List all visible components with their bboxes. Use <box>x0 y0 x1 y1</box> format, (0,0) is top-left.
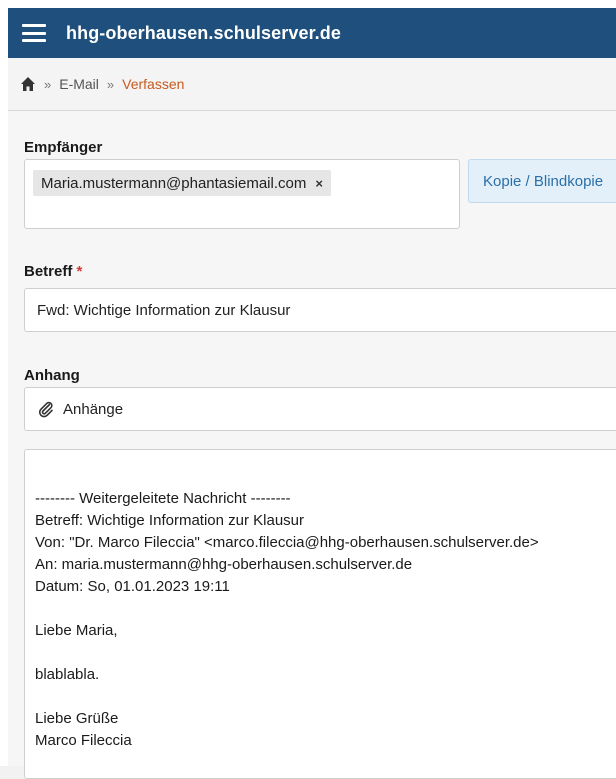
breadcrumb-separator: » <box>106 76 115 92</box>
recipients-label: Empfänger <box>24 139 103 156</box>
site-title[interactable]: hhg-oberhausen.schulserver.de <box>66 23 341 44</box>
remove-recipient-icon[interactable]: × <box>315 176 323 191</box>
home-icon[interactable] <box>20 76 36 92</box>
attachments-button[interactable]: Anhänge <box>24 387 616 431</box>
message-line: Liebe Grüße <box>35 710 119 727</box>
breadcrumb-separator: » <box>44 76 52 92</box>
breadcrumb-current: Verfassen <box>122 76 185 92</box>
subject-value: Fwd: Wichtige Information zur Klausur <box>37 301 291 319</box>
subject-label-text: Betreff <box>24 263 73 280</box>
attachments-button-label: Anhänge <box>63 400 124 418</box>
cc-bcc-button[interactable]: Kopie / Blindkopie <box>468 159 616 203</box>
paperclip-icon <box>37 400 55 418</box>
message-line: -------- Weitergeleitete Nachricht -----… <box>35 490 291 507</box>
message-line: blablabla. <box>35 666 100 683</box>
breadcrumb-item-email[interactable]: E-Mail <box>59 76 99 92</box>
message-line: An: maria.mustermann@hhg-oberhausen.schu… <box>35 556 413 573</box>
hamburger-menu-icon[interactable] <box>22 24 46 42</box>
required-marker: * <box>76 263 83 280</box>
message-line: Von: "Dr. Marco Fileccia" <marco.filecci… <box>35 534 539 551</box>
message-line: Liebe Maria, <box>35 622 118 639</box>
top-bar: hhg-oberhausen.schulserver.de <box>8 8 616 58</box>
message-line: Datum: So, 01.01.2023 19:11 <box>35 578 230 595</box>
breadcrumb: » E-Mail » Verfassen <box>8 58 616 111</box>
subject-input[interactable]: Fwd: Wichtige Information zur Klausur <box>24 288 616 332</box>
compose-form: Empfänger Maria.mustermann@phantasiemail… <box>8 111 616 779</box>
page-edge-left <box>0 0 8 766</box>
recipient-chip[interactable]: Maria.mustermann@phantasiemail.com × <box>33 170 331 196</box>
message-line: Marco Fileccia <box>35 732 132 749</box>
recipient-chip-label: Maria.mustermann@phantasiemail.com <box>41 174 307 192</box>
subject-label: Betreff * <box>24 263 82 280</box>
page-edge-top <box>0 0 616 8</box>
attachment-label: Anhang <box>24 367 80 384</box>
recipients-input[interactable]: Maria.mustermann@phantasiemail.com × <box>24 159 460 229</box>
message-line: Betreff: Wichtige Information zur Klausu… <box>35 512 305 529</box>
message-body-editor[interactable]: -------- Weitergeleitete Nachricht -----… <box>24 449 616 779</box>
